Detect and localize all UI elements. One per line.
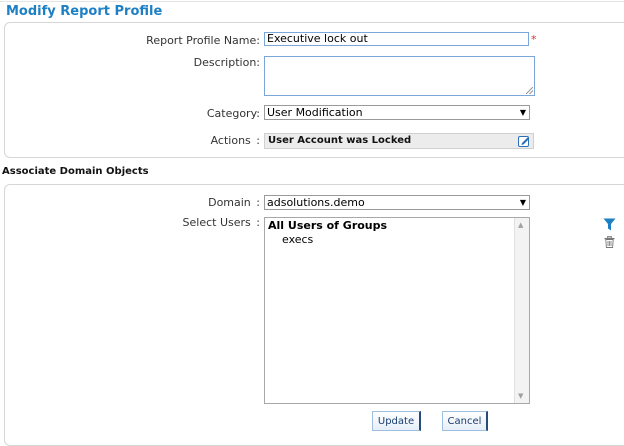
chevron-down-icon: ▼ (519, 198, 526, 207)
trash-icon[interactable] (604, 236, 615, 248)
list-group-header: All Users of Groups (268, 219, 388, 232)
listbox-scrollbar[interactable]: ▲ ▼ (514, 218, 529, 403)
actions-value: User Account was Locked (268, 135, 412, 146)
edit-icon[interactable] (518, 135, 530, 147)
actions-label: Actions : (60, 134, 260, 147)
scroll-down-icon[interactable]: ▼ (518, 392, 523, 400)
profile-name-input[interactable]: Executive lock out (264, 32, 529, 46)
domain-value: adsolutions.demo (267, 196, 365, 209)
associate-domain-heading: Associate Domain Objects (2, 166, 149, 177)
actions-label-text: Actions (210, 134, 251, 147)
actions-field: User Account was Locked (264, 133, 534, 149)
description-textarea[interactable] (264, 56, 535, 96)
users-listbox[interactable]: All Users of Groups execs ▲ ▼ (264, 217, 530, 404)
cancel-button[interactable]: Cancel (442, 411, 488, 431)
select-users-label: Select Users : (60, 216, 260, 229)
category-value: User Modification (267, 106, 363, 119)
filter-icon[interactable] (603, 218, 616, 231)
category-label: Category: (206, 107, 260, 120)
category-select[interactable]: User Modification ▼ (264, 105, 530, 120)
description-label: Description: (193, 56, 260, 69)
domain-colon: : (256, 196, 260, 209)
profile-name-label: Report Profile Name: (146, 34, 260, 47)
list-item[interactable]: execs (282, 233, 313, 246)
select-users-colon: : (256, 216, 260, 229)
chevron-down-icon: ▼ (519, 108, 526, 117)
select-users-label-text: Select Users (182, 216, 251, 229)
domain-label: Domain : (60, 196, 260, 209)
resize-grip-icon[interactable] (526, 87, 533, 94)
actions-colon: : (256, 134, 260, 147)
domain-select[interactable]: adsolutions.demo ▼ (264, 195, 530, 210)
domain-label-text: Domain (208, 196, 251, 209)
page-title: Modify Report Profile (6, 4, 163, 19)
update-button[interactable]: Update (372, 411, 421, 431)
title-divider (0, 1, 624, 2)
required-marker: * (531, 33, 537, 46)
scroll-up-icon[interactable]: ▲ (518, 221, 523, 229)
